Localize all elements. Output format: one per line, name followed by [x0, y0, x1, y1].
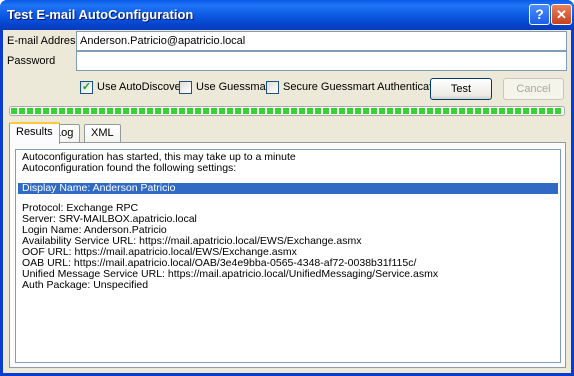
use-guessmart-label: Use Guessmart	[196, 81, 273, 93]
secure-guessmart-checkbox[interactable]	[266, 81, 279, 94]
window-title: Test E-mail AutoConfiguration	[7, 7, 194, 22]
help-button[interactable]: ?	[529, 4, 550, 25]
results-line-selected[interactable]: Display Name: Anderson Patricio	[18, 183, 558, 194]
email-field[interactable]: Anderson.Patricio@apatricio.local	[76, 31, 567, 51]
dialog-body: E-mail Address Anderson.Patricio@apatric…	[3, 30, 571, 373]
close-button[interactable]: ✕	[551, 4, 572, 25]
use-autodiscover-checkbox[interactable]: ✓	[80, 81, 93, 94]
autoconfig-window: Test E-mail AutoConfiguration ? ✕ E-mail…	[0, 0, 574, 376]
results-textbox[interactable]: Autoconfiguration has started, this may …	[15, 149, 561, 363]
tab-results[interactable]: Results	[9, 122, 60, 144]
title-bar[interactable]: Test E-mail AutoConfiguration ? ✕	[0, 0, 574, 30]
tab-xml[interactable]: XML	[84, 124, 121, 143]
secure-guessmart-label: Secure Guessmart Authentication	[283, 81, 447, 93]
email-label: E-mail Address	[7, 35, 81, 47]
progress-bar	[9, 106, 565, 116]
test-button[interactable]: Test	[430, 78, 492, 100]
tab-panel: Autoconfiguration has started, this may …	[9, 142, 566, 368]
use-guessmart-checkbox[interactable]	[179, 81, 192, 94]
password-label: Password	[7, 55, 56, 67]
progress-fill	[11, 108, 563, 114]
results-line[interactable]: Auth Package: Unspecified	[18, 280, 558, 291]
results-line[interactable]: Autoconfiguration found the following se…	[18, 163, 558, 174]
cancel-button[interactable]: Cancel	[503, 78, 564, 100]
password-field[interactable]	[76, 51, 567, 71]
use-autodiscover-label: Use AutoDiscover	[97, 81, 185, 93]
